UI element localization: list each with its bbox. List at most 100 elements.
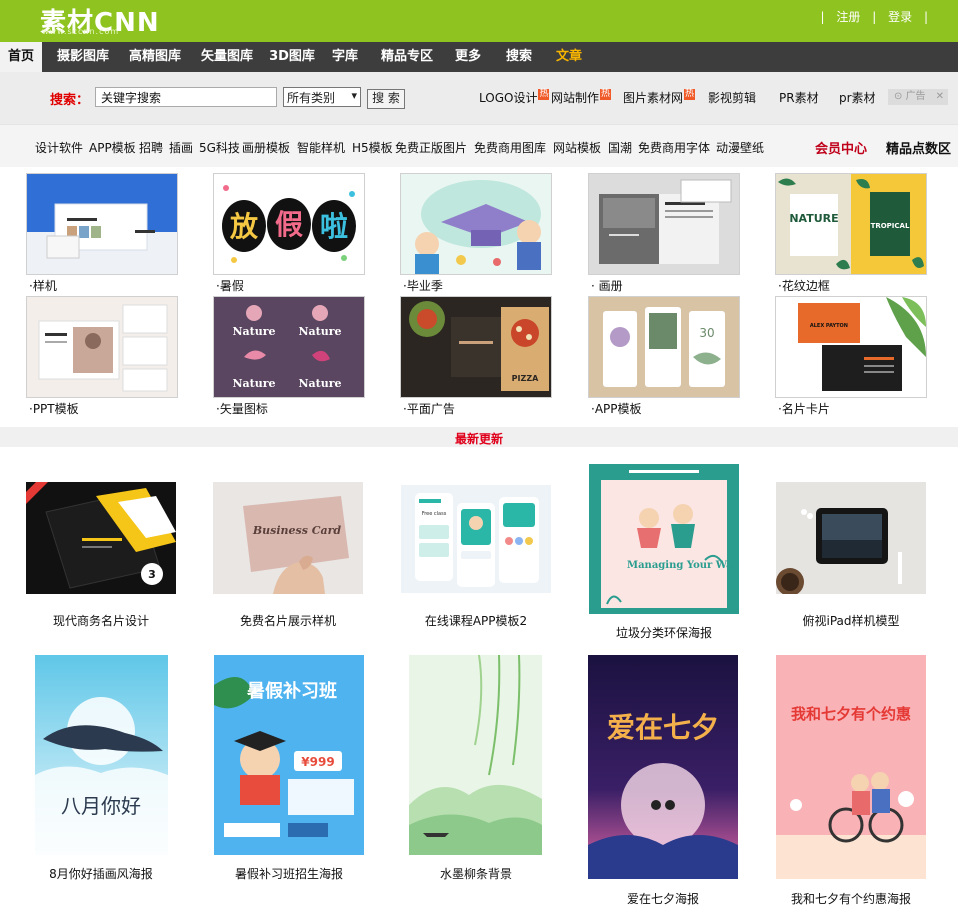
latest-thumb-course-app[interactable]: Free class: [401, 485, 551, 593]
latest-thumb-qixi-deal[interactable]: 我和七夕有个约惠: [776, 655, 926, 879]
account-links: | 注册 | 登录 |: [820, 10, 928, 24]
quick-link-label: LOGO设计: [479, 91, 538, 105]
nav-search[interactable]: 搜索: [500, 42, 538, 72]
latest-section-title: 最新更新: [454, 432, 503, 446]
nav-home[interactable]: 首页: [0, 42, 42, 72]
color-count-badge: 3: [148, 568, 156, 581]
nav-premium[interactable]: 精品专区: [376, 42, 438, 72]
cat-anime-wallpaper[interactable]: 动漫壁纸: [716, 139, 764, 156]
latest-label[interactable]: 垃圾分类环保海报: [589, 624, 739, 641]
nav-articles[interactable]: 文章: [550, 42, 588, 72]
quick-link-web[interactable]: 网站制作热: [551, 89, 612, 106]
featured-thumb-app-template[interactable]: 30: [588, 296, 740, 398]
nature-word: Nature: [232, 377, 275, 390]
cat-web-template[interactable]: 网站模板: [553, 139, 601, 156]
quick-link-logo[interactable]: LOGO设计热: [479, 89, 550, 106]
login-link[interactable]: 登录: [880, 10, 920, 24]
quick-link-pr[interactable]: PR素材: [779, 89, 819, 106]
featured-thumb-summer[interactable]: 放 假 啦: [213, 173, 365, 275]
nav-photo[interactable]: 摄影图库: [50, 42, 116, 72]
latest-label[interactable]: 水墨柳条背景: [401, 865, 551, 882]
latest-thumb-summer-class[interactable]: 暑假补习班 ¥999: [214, 655, 364, 855]
cat-guochao[interactable]: 国潮: [608, 139, 632, 156]
nav-vector[interactable]: 矢量图库: [194, 42, 260, 72]
latest-label[interactable]: 暑假补习班招生海报: [214, 865, 364, 882]
member-center-link[interactable]: 会员中心: [815, 138, 867, 157]
latest-thumb-ipad-mockup[interactable]: [776, 482, 926, 594]
cat-illustration[interactable]: 插画: [169, 139, 193, 156]
featured-label[interactable]: ·花纹边框: [778, 277, 830, 294]
cat-free-images[interactable]: 免费正版图片: [395, 139, 467, 156]
latest-label[interactable]: 现代商务名片设计: [26, 612, 176, 629]
quick-link-images[interactable]: 图片素材网热: [623, 89, 696, 106]
latest-label[interactable]: 8月你好插画风海报: [26, 865, 176, 882]
search-input[interactable]: 关键字搜索: [95, 87, 277, 107]
cat-h5[interactable]: H5模板: [352, 139, 393, 156]
latest-label[interactable]: 爱在七夕海报: [588, 890, 738, 907]
search-bar: 搜索： 关键字搜索 所有类别 ▾ 搜 索 LOGO设计热 网站制作热 图片素材网…: [0, 72, 958, 124]
card-title: Business Card: [252, 524, 342, 537]
search-button[interactable]: 搜 索: [367, 89, 405, 109]
category-select-value: 所有类别: [287, 91, 336, 105]
featured-label[interactable]: ·矢量图标: [216, 400, 268, 417]
qixi-love-title: 爱在七夕: [607, 711, 719, 744]
card-name: ALEX PAYTON: [810, 323, 848, 329]
cat-jobs[interactable]: 招聘: [139, 139, 163, 156]
featured-thumb-brochure[interactable]: [588, 173, 740, 275]
featured-thumb-pattern-border[interactable]: NATURE TROPICAL: [775, 173, 927, 275]
featured-label[interactable]: ·平面广告: [403, 400, 455, 417]
featured-label[interactable]: ·样机: [29, 277, 57, 294]
latest-label[interactable]: 在线课程APP模板2: [401, 612, 551, 629]
premium-points-link[interactable]: 精品点数区: [886, 138, 951, 157]
featured-label[interactable]: ·APP模板: [591, 400, 642, 417]
cat-free-gallery[interactable]: 免费商用图库: [474, 139, 546, 156]
nav-hd[interactable]: 高精图库: [122, 42, 188, 72]
latest-thumb-willow[interactable]: [409, 655, 542, 855]
holiday-char: 啦: [320, 210, 348, 243]
search-label: 搜索：: [50, 93, 90, 108]
featured-label[interactable]: ·暑假: [216, 277, 244, 294]
ad-badge[interactable]: ⊙ 广告 ✕: [888, 89, 948, 105]
latest-thumb-card-mockup[interactable]: Business Card: [213, 482, 363, 594]
tropical-word: TROPICAL: [871, 222, 910, 230]
nature-word: Nature: [232, 325, 275, 338]
featured-thumb-graduation[interactable]: [400, 173, 552, 275]
holiday-char: 放: [229, 210, 259, 243]
nav-more[interactable]: 更多: [450, 42, 486, 72]
cat-5g[interactable]: 5G科技: [199, 139, 240, 156]
latest-thumb-business-card[interactable]: 3: [26, 482, 176, 594]
latest-thumb-august-poster[interactable]: 八月你好: [35, 655, 168, 855]
holiday-char: 假: [275, 208, 303, 241]
qixi-deal-title: 我和七夕有个约惠: [791, 705, 911, 723]
latest-thumb-qixi-love[interactable]: 爱在七夕: [588, 655, 738, 879]
featured-thumb-mockup[interactable]: [26, 173, 178, 275]
category-select[interactable]: 所有类别 ▾: [283, 87, 361, 107]
latest-thumb-waste-poster[interactable]: Managing Your Waste: [589, 464, 739, 614]
cat-free-fonts[interactable]: 免费商用字体: [638, 139, 710, 156]
featured-label[interactable]: · 画册: [591, 277, 623, 294]
latest-label[interactable]: 我和七夕有个约惠海报: [776, 890, 926, 907]
latest-label[interactable]: 俯视iPad样机模型: [776, 612, 926, 629]
featured-label[interactable]: ·PPT模板: [29, 400, 79, 417]
register-link[interactable]: 注册: [828, 10, 868, 24]
featured-thumb-ppt[interactable]: [26, 296, 178, 398]
featured-thumb-business-card[interactable]: ALEX PAYTON: [775, 296, 927, 398]
cat-design-software[interactable]: 设计软件: [35, 139, 83, 156]
latest-label[interactable]: 免费名片展示样机: [213, 612, 363, 629]
quick-link-pr-lower[interactable]: pr素材: [839, 89, 876, 106]
quick-link-label: 图片素材网: [623, 91, 684, 105]
cat-mockup[interactable]: 智能样机: [297, 139, 345, 156]
cat-app-template[interactable]: APP模板: [89, 139, 136, 156]
featured-label[interactable]: ·名片卡片: [778, 400, 830, 417]
quick-link-video[interactable]: 影视剪辑: [708, 89, 756, 106]
nav-3d[interactable]: 3D图库: [266, 42, 318, 72]
nature-word: Nature: [298, 377, 341, 390]
featured-label[interactable]: ·毕业季: [403, 277, 443, 294]
featured-thumb-vector-icons[interactable]: Nature Nature Nature Nature: [213, 296, 365, 398]
hot-badge: 热: [600, 89, 612, 100]
close-icon[interactable]: ✕: [936, 89, 944, 105]
nav-fonts[interactable]: 字库: [326, 42, 364, 72]
cat-brochure[interactable]: 画册模板: [242, 139, 290, 156]
featured-thumb-print-ad[interactable]: PIZZA: [400, 296, 552, 398]
number-30: 30: [699, 326, 714, 340]
